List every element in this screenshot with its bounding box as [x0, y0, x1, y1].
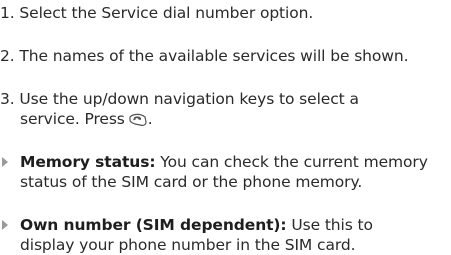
bullet-1-term: Memory status:	[20, 153, 156, 171]
bullet-own-number: Own number (SIM dependent): Use this to	[2, 215, 373, 235]
manual-page: 1. Select the Service dial number option…	[0, 0, 451, 255]
step-3: 3. Use the up/down navigation keys to se…	[0, 89, 359, 109]
step-2-text: The names of the available services will…	[19, 47, 409, 65]
bullet-2-text-line1: Use this to	[286, 216, 373, 234]
bullet-1-text-line1: You can check the current memory	[155, 153, 428, 171]
step-1-text: Select the Service dial number option.	[19, 4, 314, 22]
step-3-number: 3.	[0, 90, 15, 108]
send-key-icon	[128, 111, 148, 133]
step-2: 2. The names of the available services w…	[0, 46, 409, 66]
bullet-2-term: Own number (SIM dependent):	[20, 216, 287, 234]
step-2-number: 2.	[0, 47, 15, 65]
bullet-memory-status: Memory status: You can check the current…	[2, 152, 428, 172]
bullet-2-text-line2: display your phone number in the SIM car…	[20, 236, 356, 254]
step-3-text-line1: Use the up/down navigation keys to selec…	[19, 90, 359, 108]
bullet-memory-status-continued: status of the SIM card or the phone memo…	[20, 172, 362, 192]
bullet-1-text-line2: status of the SIM card or the phone memo…	[20, 173, 363, 191]
bullet-marker-icon	[2, 220, 8, 230]
step-1: 1. Select the Service dial number option…	[0, 3, 313, 23]
step-3-text-line2: service. Press	[20, 110, 125, 128]
bullet-own-number-continued: display your phone number in the SIM car…	[20, 235, 356, 255]
step-3-text-after: .	[147, 110, 153, 128]
bullet-marker-icon	[2, 157, 8, 167]
step-3-continued: service. Press.	[20, 109, 153, 133]
step-1-number: 1.	[0, 4, 15, 22]
